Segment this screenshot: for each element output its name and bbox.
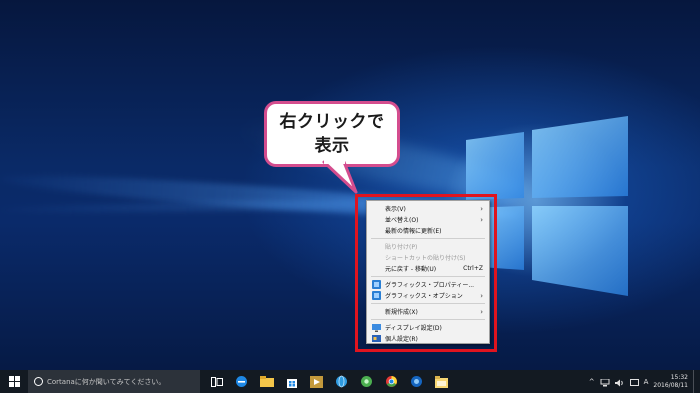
action-center-icon[interactable] — [629, 372, 639, 391]
menu-item[interactable]: 並べ替え(O) › — [367, 214, 489, 225]
file-explorer-icon[interactable] — [254, 370, 279, 393]
task-view-icon[interactable] — [204, 370, 229, 393]
menu-item[interactable]: 新規作成(X) › — [367, 306, 489, 317]
menu-item[interactable]: グラフィックス・オプション › — [367, 290, 489, 301]
menu-item[interactable]: 元に戻す - 移動(U) Ctrl+Z — [367, 263, 489, 274]
green-app-icon[interactable] — [354, 370, 379, 393]
globe-icon[interactable] — [329, 370, 354, 393]
ime-indicator[interactable]: A — [644, 378, 649, 386]
chevron-right-icon: › — [480, 204, 483, 213]
clock[interactable]: 15:32 2016/08/11 — [653, 374, 688, 390]
callout-line-2: 表示 — [314, 136, 350, 156]
start-button[interactable] — [0, 370, 28, 393]
display-settings-icon — [372, 323, 381, 332]
show-desktop-button[interactable] — [693, 370, 696, 393]
menu-separator — [371, 276, 485, 277]
clock-time: 15:32 — [670, 373, 688, 381]
menu-item-shortcut: Ctrl+Z — [463, 265, 483, 272]
menu-item[interactable]: 表示(V) › — [367, 203, 489, 214]
folder-icon[interactable] — [429, 370, 454, 393]
menu-separator — [371, 319, 485, 320]
personalize-icon — [372, 334, 381, 343]
edge-icon[interactable] — [229, 370, 254, 393]
search-placeholder: Cortanaに何か聞いてみてください。 — [47, 377, 166, 386]
desktop-context-menu: 表示(V) › 並べ替え(O) › 最新の情報に更新(E) 貼り付け(P) ショートカットの… — [366, 200, 490, 344]
menu-item[interactable]: 最新の情報に更新(E) — [367, 225, 489, 236]
menu-item-label: ショートカットの貼り付け(S) — [385, 255, 466, 262]
menu-item[interactable]: ディスプレイ設定(D) — [367, 322, 489, 333]
chevron-right-icon: › — [480, 291, 483, 300]
chevron-right-icon: › — [480, 215, 483, 224]
taskbar: Cortanaに何か聞いてみてください。 ^ A 15:32 2016/08/1… — [0, 370, 700, 393]
menu-item-label: 新規作成(X) — [385, 309, 418, 316]
menu-item-label: 並べ替え(O) — [385, 217, 419, 224]
menu-item-label: 最新の情報に更新(E) — [385, 228, 442, 235]
callout-bubble: 右クリックで 表示 — [264, 101, 400, 167]
menu-item-label: グラフィックス・プロパティー... — [385, 282, 475, 289]
menu-separator — [371, 303, 485, 304]
clock-date: 2016/08/11 — [653, 381, 688, 389]
chevron-right-icon: › — [480, 307, 483, 316]
menu-item[interactable]: グラフィックス・プロパティー... — [367, 279, 489, 290]
menu-item-label: 元に戻す - 移動(U) — [385, 266, 437, 273]
menu-item: ショートカットの貼り付け(S) — [367, 252, 489, 263]
menu-item[interactable]: 個人設定(R) — [367, 333, 489, 344]
menu-item-label: グラフィックス・オプション — [385, 293, 463, 300]
callout-line-1: 右クリックで — [279, 112, 385, 132]
windows-start-icon — [8, 376, 20, 387]
graphics-options-icon — [372, 291, 381, 300]
chevron-up-icon[interactable]: ^ — [589, 378, 595, 386]
chrome-icon[interactable] — [379, 370, 404, 393]
system-tray: ^ A 15:32 2016/08/11 — [589, 370, 700, 393]
menu-item-label: ディスプレイ設定(D) — [385, 325, 442, 332]
menu-item-label: 貼り付け(P) — [385, 244, 418, 251]
menu-item-label: 個人設定(R) — [385, 336, 418, 343]
cortana-icon — [34, 377, 43, 386]
menu-item-label: 表示(V) — [385, 206, 406, 213]
graphics-properties-icon — [372, 280, 381, 289]
menu-item: 貼り付け(P) — [367, 241, 489, 252]
cortana-search-box[interactable]: Cortanaに何か聞いてみてください。 — [28, 370, 200, 393]
menu-separator — [371, 238, 485, 239]
store-icon[interactable] — [279, 370, 304, 393]
callout-tail — [322, 160, 358, 194]
volume-icon[interactable] — [614, 372, 625, 391]
network-icon[interactable] — [600, 372, 610, 391]
edge-alt-icon[interactable] — [404, 370, 429, 393]
media-icon[interactable] — [304, 370, 329, 393]
